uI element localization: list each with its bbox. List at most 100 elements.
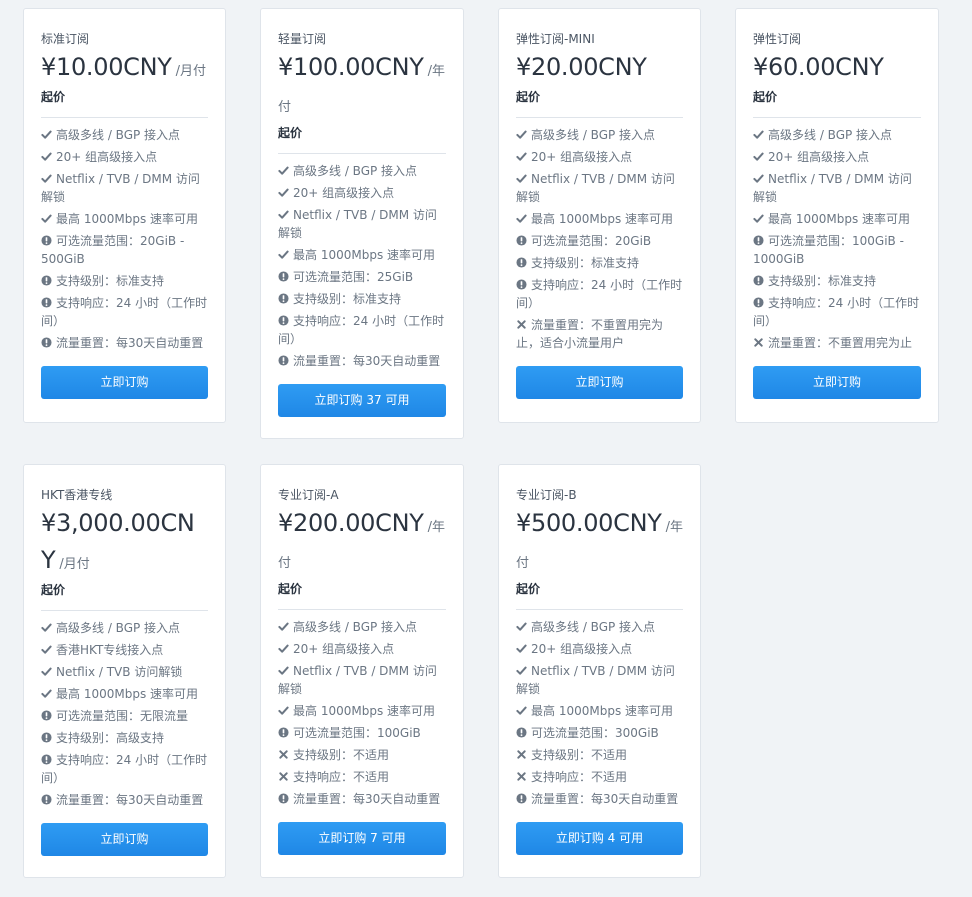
feature-text: 可选流量范围：300GiB xyxy=(531,726,659,740)
feature-list: 高级多线 / BGP 接入点 香港HKT专线接入点 Netflix / TVB 访问… xyxy=(41,619,208,809)
feature-text: Netflix / TVB 访问解锁 xyxy=(56,665,183,679)
info-icon xyxy=(278,269,289,282)
price-from-label: 起价 xyxy=(516,582,541,596)
subscribe-button[interactable]: 立即订购 4 可用 xyxy=(516,822,683,855)
price-row: ¥500.00CNY/年付 xyxy=(516,506,683,581)
feature-item: 支持响应：不适用 xyxy=(516,768,683,786)
check-icon xyxy=(41,642,52,654)
feature-text: 支持响应：24 小时（工作时间） xyxy=(516,278,683,310)
info-icon xyxy=(278,291,289,304)
feature-text: 高级多线 / BGP 接入点 xyxy=(531,620,656,634)
feature-text: 20+ 组高级接入点 xyxy=(293,186,395,200)
feature-text: 流量重置：每30天自动重置 xyxy=(56,336,204,350)
feature-text: 流量重置：每30天自动重置 xyxy=(293,792,441,806)
check-icon xyxy=(41,211,52,223)
feature-item: 可选流量范围：20GiB xyxy=(516,232,683,250)
price-row: ¥100.00CNY/年付 xyxy=(278,50,446,125)
feature-text: 高级多线 / BGP 接入点 xyxy=(56,128,181,142)
feature-text: 可选流量范围：25GiB xyxy=(293,270,414,284)
feature-item: 支持级别：高级支持 xyxy=(41,729,208,747)
subscribe-button[interactable]: 立即订购 37 可用 xyxy=(278,384,446,417)
info-icon xyxy=(278,353,289,366)
feature-item: Netflix / TVB / DMM 访问解锁 xyxy=(278,206,446,242)
feature-text: 支持响应：24 小时（工作时间） xyxy=(41,753,208,785)
feature-text: 支持级别：标准支持 xyxy=(768,274,877,288)
info-icon xyxy=(516,277,527,290)
plan-price: ¥10.00CNY xyxy=(41,53,172,81)
plan-name: 轻量订阅 xyxy=(278,32,327,46)
cross-icon xyxy=(278,747,289,759)
check-icon xyxy=(516,619,527,631)
feature-item: 最高 1000Mbps 速率可用 xyxy=(41,210,208,228)
plan-name: 弹性订阅 xyxy=(753,32,802,46)
feature-item: Netflix / TVB / DMM 访问解锁 xyxy=(753,170,921,206)
feature-text: 可选流量范围：20GiB - 500GiB xyxy=(41,234,185,266)
info-icon xyxy=(41,708,52,721)
subscribe-button[interactable]: 立即订购 xyxy=(41,366,208,399)
feature-item: 可选流量范围：20GiB - 500GiB xyxy=(41,232,208,268)
feature-item: 流量重置：每30天自动重置 xyxy=(516,790,683,808)
feature-item: 最高 1000Mbps 速率可用 xyxy=(753,210,921,228)
feature-text: 20+ 组高级接入点 xyxy=(768,150,870,164)
feature-item: 高级多线 / BGP 接入点 xyxy=(516,126,683,144)
feature-text: 20+ 组高级接入点 xyxy=(531,150,633,164)
feature-text: 流量重置：不重置用完为止 xyxy=(768,336,913,350)
price-row: ¥20.00CNY xyxy=(516,50,683,89)
feature-text: Netflix / TVB / DMM 访问解锁 xyxy=(516,172,675,204)
feature-item: 可选流量范围：100GiB - 1000GiB xyxy=(753,232,921,268)
feature-text: 高级多线 / BGP 接入点 xyxy=(293,620,418,634)
feature-item: 支持级别：不适用 xyxy=(278,746,446,764)
divider xyxy=(278,153,446,154)
info-icon xyxy=(41,233,52,246)
cross-icon xyxy=(516,769,527,781)
feature-text: 支持级别：不适用 xyxy=(531,748,628,762)
subscribe-button[interactable]: 立即订购 xyxy=(41,823,208,856)
cross-icon xyxy=(516,747,527,759)
feature-item: 最高 1000Mbps 速率可用 xyxy=(278,246,446,264)
feature-text: 流量重置：每30天自动重置 xyxy=(531,792,679,806)
subscribe-button[interactable]: 立即订购 xyxy=(516,366,683,399)
info-icon xyxy=(278,791,289,804)
feature-item: 20+ 组高级接入点 xyxy=(41,148,208,166)
divider xyxy=(41,117,208,118)
plan-card: 标准订阅 ¥10.00CNY/月付 起价 高级多线 / BGP 接入点 20+ 组… xyxy=(23,8,226,423)
subscribe-button[interactable]: 立即订购 7 可用 xyxy=(278,822,446,855)
feature-item: 高级多线 / BGP 接入点 xyxy=(516,618,683,636)
feature-item: 支持响应：24 小时（工作时间） xyxy=(278,312,446,348)
info-icon xyxy=(516,725,527,738)
feature-item: 20+ 组高级接入点 xyxy=(516,148,683,166)
feature-text: 高级多线 / BGP 接入点 xyxy=(293,164,418,178)
feature-text: 可选流量范围：100GiB xyxy=(293,726,421,740)
check-icon xyxy=(516,703,527,715)
feature-text: 支持响应：不适用 xyxy=(531,770,628,784)
feature-item: 支持响应：24 小时（工作时间） xyxy=(41,751,208,787)
divider xyxy=(753,117,921,118)
check-icon xyxy=(278,163,289,175)
info-icon xyxy=(41,273,52,286)
feature-text: Netflix / TVB / DMM 访问解锁 xyxy=(753,172,912,204)
feature-text: 最高 1000Mbps 速率可用 xyxy=(56,687,199,701)
feature-item: 高级多线 / BGP 接入点 xyxy=(753,126,921,144)
info-icon xyxy=(753,233,764,246)
plan-price: ¥500.00CNY xyxy=(516,509,662,537)
feature-item: Netflix / TVB / DMM 访问解锁 xyxy=(516,662,683,698)
divider xyxy=(516,117,683,118)
check-icon xyxy=(41,127,52,139)
check-icon xyxy=(516,641,527,653)
billing-period: /月付 xyxy=(59,557,90,572)
plan-card: 轻量订阅 ¥100.00CNY/年付 起价 高级多线 / BGP 接入点 20+ … xyxy=(260,8,464,439)
info-icon xyxy=(41,792,52,805)
feature-item: 流量重置：每30天自动重置 xyxy=(41,334,208,352)
price-from-label: 起价 xyxy=(278,126,303,140)
check-icon xyxy=(278,207,289,219)
plan-name: 标准订阅 xyxy=(41,32,90,46)
cross-icon xyxy=(516,317,527,329)
price-from-label: 起价 xyxy=(41,90,66,104)
plan-card: 专业订阅-A ¥200.00CNY/年付 起价 高级多线 / BGP 接入点 20… xyxy=(260,464,464,878)
check-icon xyxy=(516,149,527,161)
subscribe-button[interactable]: 立即订购 xyxy=(753,366,921,399)
feature-text: 最高 1000Mbps 速率可用 xyxy=(531,704,674,718)
feature-item: 高级多线 / BGP 接入点 xyxy=(41,619,208,637)
plan-price: ¥100.00CNY xyxy=(278,53,424,81)
feature-item: 最高 1000Mbps 速率可用 xyxy=(516,702,683,720)
